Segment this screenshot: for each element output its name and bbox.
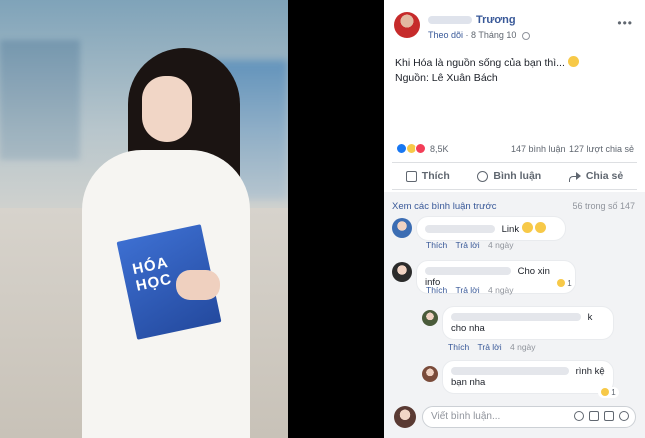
share-arrow-icon (568, 171, 581, 182)
replier-avatar[interactable] (422, 366, 438, 382)
laughing-emoji-icon (567, 56, 579, 67)
comment-time[interactable]: 4 ngày (488, 240, 514, 250)
screenshot: HÓA HỌC 10 Trương Theo dõi · 8 Tháng 10 … (0, 0, 645, 438)
commenter-avatar[interactable] (392, 262, 412, 282)
comment-icon (477, 170, 489, 182)
share-button[interactable]: Chia sẻ (568, 170, 624, 182)
camera-icon[interactable] (589, 411, 599, 421)
photo-face (142, 76, 192, 142)
blurred-replier-name (451, 367, 569, 376)
reply-bubble: rình kệ bạn nha (442, 360, 614, 394)
share-label: Chia sẻ (585, 170, 624, 182)
comment-reaction[interactable]: 1 (554, 278, 575, 289)
reaction-icons[interactable] (396, 143, 427, 155)
globe-icon (521, 31, 530, 40)
reply-text: cho nha (451, 323, 485, 334)
post-text-line2: Nguồn: Lê Xuân Bách (395, 72, 498, 84)
more-options-icon[interactable]: ••• (617, 16, 633, 30)
post-panel: Trương Theo dõi · 8 Tháng 10 ••• Khi Hóa… (384, 0, 645, 438)
comment-time[interactable]: 4 ngày (488, 285, 514, 295)
author-name-text: Trương (476, 14, 516, 26)
thumbs-up-icon (405, 170, 417, 182)
replier-avatar[interactable] (422, 310, 438, 326)
background-building (0, 40, 80, 160)
comment-reply-link[interactable]: Trả lời (455, 285, 479, 295)
reply-text-suffix: k (587, 312, 593, 323)
haha-reaction-icon (557, 279, 565, 287)
comment-reply-link[interactable]: Trả lời (455, 240, 479, 250)
comment-bubble: Link (416, 216, 566, 241)
comment-actions: Thích Trả lời 4 ngày (426, 285, 520, 295)
reply-actions: Thích Trả lời 4 ngày (448, 342, 542, 352)
comment-composer: Viết bình luận... (384, 398, 645, 438)
smile-emoji-icon (535, 222, 547, 233)
comment-actions: Thích Trả lời 4 ngày (426, 240, 520, 250)
share-count[interactable]: 127 lượt chia sẻ (569, 144, 634, 154)
reply-reply-link[interactable]: Trả lời (477, 342, 501, 352)
reply-text-suffix: rình kệ (575, 366, 605, 377)
reply-reaction[interactable]: 1 (598, 387, 619, 398)
gif-icon[interactable] (604, 411, 614, 421)
blurred-commenter-name (425, 225, 495, 234)
post-actions: Thích Bình luận Chia sẻ (392, 162, 637, 190)
comment-text: Link (501, 224, 520, 235)
comment-like-link[interactable]: Thích (426, 285, 447, 295)
haha-reaction-icon (601, 388, 609, 396)
smile-emoji-icon (521, 222, 533, 233)
reply-like-link[interactable]: Thích (448, 342, 469, 352)
photo-hand (176, 270, 220, 300)
reply-text: bạn nha (451, 377, 486, 388)
author-avatar[interactable] (394, 12, 420, 38)
post-text-line1: Khi Hóa là nguồn sống của bạn thì... (395, 57, 565, 69)
author-name[interactable]: Trương (428, 14, 516, 26)
reply-time[interactable]: 4 ngày (510, 342, 536, 352)
view-previous-comments-link[interactable]: Xem các bình luận trước (392, 201, 496, 212)
comment-reaction-count: 1 (567, 279, 572, 288)
blurred-name (428, 16, 472, 25)
like-button[interactable]: Thích (405, 170, 450, 182)
composer-icons (574, 411, 629, 421)
current-user-avatar[interactable] (394, 406, 416, 428)
comments-section: Xem các bình luận trước 56 trong số 147 … (384, 192, 645, 398)
comment-count[interactable]: 147 bình luận (511, 144, 566, 154)
blurred-commenter-name (425, 267, 511, 276)
follow-link[interactable]: Theo dõi (428, 30, 463, 40)
post-date[interactable]: 8 Tháng 10 (471, 30, 516, 40)
post-header: Trương Theo dõi · 8 Tháng 10 ••• (384, 0, 645, 48)
emoji-icon[interactable] (574, 411, 584, 421)
commenter-avatar[interactable] (392, 218, 412, 238)
comment-button[interactable]: Bình luận (477, 170, 541, 182)
comments-page-count: 56 trong số 147 (572, 201, 635, 211)
comment-like-link[interactable]: Thích (426, 240, 447, 250)
reply-bubble: k cho nha (442, 306, 614, 340)
post-photo[interactable]: HÓA HỌC 10 (0, 0, 288, 438)
blurred-replier-name (451, 313, 581, 322)
reply-reaction-count: 1 (611, 388, 616, 397)
love-reaction-icon (415, 143, 427, 155)
sticker-icon[interactable] (619, 411, 629, 421)
post-meta: Theo dõi · 8 Tháng 10 (428, 30, 530, 40)
comment-label: Bình luận (493, 170, 542, 182)
like-label: Thích (421, 170, 450, 182)
reaction-count[interactable]: 8,5K (430, 144, 449, 154)
post-stats: 8,5K 147 bình luận 127 lượt chia sẻ (384, 140, 645, 160)
post-text: Khi Hóa là nguồn sống của bạn thì... Ngu… (384, 48, 645, 86)
